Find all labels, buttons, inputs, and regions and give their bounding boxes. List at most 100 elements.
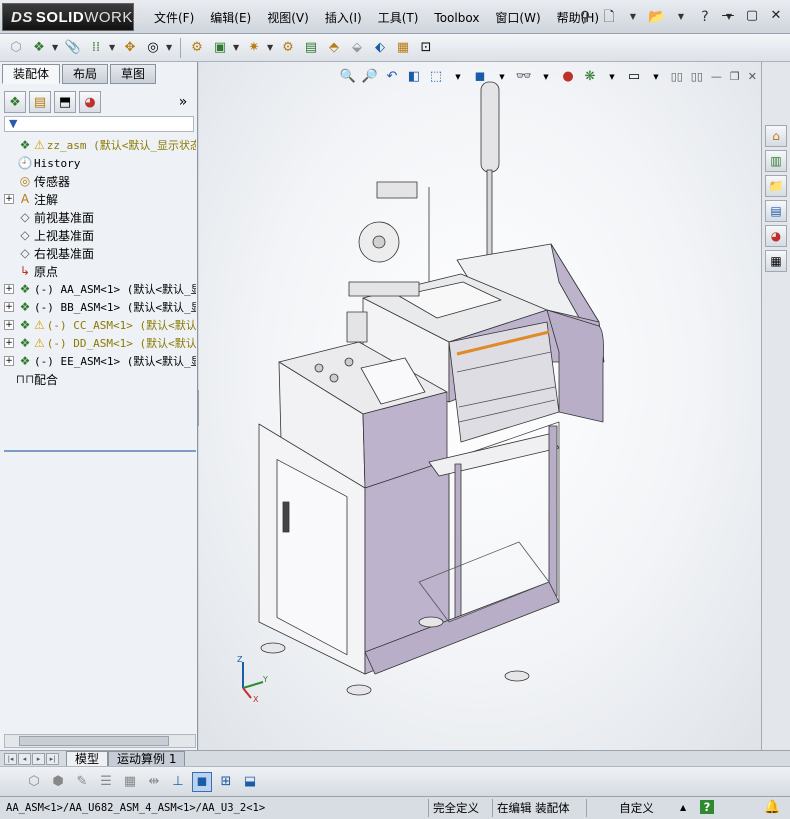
dimension-icon[interactable]: ⇹ <box>144 772 164 792</box>
view-palette-icon[interactable]: ▤ <box>765 200 787 222</box>
tree-item[interactable]: + A 注解 <box>4 190 196 208</box>
graphics-viewport[interactable]: 🔍 🔎 ↶ ◧ ⬚ ▼ ◼ ▼ 👓 ▼ ● ❋ ▼ ▭ ▼ ▯▯ ▯▯ — ❐ … <box>199 62 761 750</box>
machine-assembly-model[interactable] <box>199 62 761 750</box>
appearances-scenes-icon[interactable]: ◕ <box>765 225 787 247</box>
table-icon[interactable]: ⊞ <box>216 772 236 792</box>
tree-item[interactable]: ◇ 右视基准面 <box>4 244 196 262</box>
scrollbar-thumb[interactable] <box>19 736 169 746</box>
tab-prev-icon[interactable]: ◂ <box>18 752 31 765</box>
move-component-icon[interactable]: ✥ <box>120 38 140 58</box>
menu-insert[interactable]: 插入(I) <box>317 9 370 27</box>
expand-icon[interactable]: + <box>4 338 14 348</box>
menu-view[interactable]: 视图(V) <box>259 9 317 27</box>
more-panels-icon[interactable]: » <box>172 91 194 113</box>
tab-sketch[interactable]: 草图 <box>110 64 157 84</box>
menu-tools[interactable]: 工具(T) <box>370 9 427 27</box>
hide-show-icon[interactable]: ◎ <box>143 38 163 58</box>
dropdown-icon[interactable]: ▼ <box>267 43 275 52</box>
tree-item[interactable]: 🕘 History <box>4 154 196 172</box>
edit-component-icon[interactable]: ✎ <box>72 772 92 792</box>
suppress-icon[interactable]: ⬢ <box>48 772 68 792</box>
tab-model[interactable]: 模型 <box>66 750 109 767</box>
save-layout-icon[interactable]: ⬓ <box>240 772 260 792</box>
close-icon[interactable]: ✕ <box>768 8 784 24</box>
solidworks-resources-icon[interactable]: ⌂ <box>765 125 787 147</box>
feature-manager-icon[interactable]: ❖ <box>4 91 26 113</box>
tab-motion-study[interactable]: 运动算例 1 <box>108 750 186 767</box>
assembly-features-icon[interactable]: ⚙ <box>187 38 207 58</box>
bill-of-materials-icon[interactable]: ⚙ <box>278 38 298 58</box>
units-selector[interactable]: 自定义 <box>586 799 682 817</box>
menu-toolbox[interactable]: Toolbox <box>426 9 487 27</box>
tab-last-icon[interactable]: ▸| <box>46 752 59 765</box>
feature-filter[interactable]: ▼ <box>4 116 194 132</box>
tree-item[interactable]: + ❖ ⚠ (-) DD_ASM<1> (默认<默认 <box>4 334 196 352</box>
instant3d-icon[interactable]: ⊡ <box>416 38 436 58</box>
display-manager-icon[interactable]: ◕ <box>79 91 101 113</box>
design-library-icon[interactable]: ▥ <box>765 150 787 172</box>
minimize-icon[interactable]: — <box>720 8 736 24</box>
dropdown-icon[interactable]: ▼ <box>109 43 117 52</box>
clearance-verification-icon[interactable]: ⬖ <box>370 38 390 58</box>
dropdown-icon[interactable]: ▼ <box>166 43 174 52</box>
hole-alignment-icon[interactable]: ▦ <box>393 38 413 58</box>
filter-icon: ▼ <box>9 117 18 130</box>
list-view-icon[interactable]: ☰ <box>96 772 116 792</box>
expand-icon[interactable]: + <box>4 194 14 204</box>
file-explorer-icon[interactable]: 📁 <box>765 175 787 197</box>
dropdown-icon[interactable]: ▼ <box>52 43 60 52</box>
tab-assembly[interactable]: 装配体 <box>2 64 61 84</box>
tree-item[interactable]: ◇ 上视基准面 <box>4 226 196 244</box>
expand-icon[interactable]: + <box>4 302 14 312</box>
tree-item[interactable]: ◎ 传感器 <box>4 172 196 190</box>
units-dropdown-icon[interactable]: ▲ <box>680 799 686 817</box>
menu-edit[interactable]: 编辑(E) <box>202 9 259 27</box>
tree-item[interactable]: + ❖ (-) BB_ASM<1> (默认<默认_显 <box>4 298 196 316</box>
tab-next-icon[interactable]: ▸ <box>32 752 45 765</box>
configuration-manager-icon[interactable]: ⬒ <box>54 91 76 113</box>
help-icon[interactable]: ? <box>696 8 714 26</box>
mate-icon[interactable]: 📎 <box>63 38 83 58</box>
dropdown-icon[interactable]: ▼ <box>624 8 642 26</box>
insert-component-icon[interactable]: ⬡ <box>6 38 26 58</box>
rebuild-icon[interactable]: ⬡ <box>24 772 44 792</box>
property-manager-icon[interactable]: ▤ <box>29 91 51 113</box>
grid-view-icon[interactable]: ▦ <box>120 772 140 792</box>
status-bar: AA_ASM<1>/AA_U682_ASM_4_ASM<1>/AA_U3_2<1… <box>0 796 790 819</box>
menu-file[interactable]: 文件(F) <box>146 9 202 27</box>
new-part-icon[interactable]: ❖ <box>29 38 49 58</box>
tree-item[interactable]: ⊓⊓ 配合 <box>4 370 196 388</box>
tab-first-icon[interactable]: |◂ <box>4 752 17 765</box>
solidworks-logo[interactable]: DS SOLID WORKS <box>2 3 143 31</box>
axis-icon[interactable]: ⊥ <box>168 772 188 792</box>
expand-icon[interactable]: + <box>4 284 14 294</box>
panel-divider[interactable] <box>4 450 196 452</box>
new-motion-study-icon[interactable]: ✷ <box>244 38 264 58</box>
tree-item[interactable]: ↳ 原点 <box>4 262 196 280</box>
tree-horizontal-scrollbar[interactable] <box>4 734 196 748</box>
tab-layout[interactable]: 布局 <box>62 64 109 84</box>
tree-item[interactable]: + ❖ (-) AA_ASM<1> (默认<默认_显 <box>4 280 196 298</box>
explode-line-sketch-icon[interactable]: ⬘ <box>324 38 344 58</box>
expand-icon[interactable]: + <box>4 320 14 330</box>
maximize-icon[interactable]: ▢ <box>744 8 760 24</box>
tree-item[interactable]: + ❖ (-) EE_ASM<1> (默认<默认_显 <box>4 352 196 370</box>
notification-icon[interactable]: 🔔 <box>764 799 780 817</box>
tree-item[interactable]: + ❖ ⚠ (-) CC_ASM<1> (默认<默认 <box>4 316 196 334</box>
linear-pattern-icon[interactable]: ⁞⁞ <box>86 38 106 58</box>
tree-item[interactable]: ◇ 前视基准面 <box>4 208 196 226</box>
reference-geometry-icon[interactable]: ▣ <box>210 38 230 58</box>
help-status-icon[interactable]: ? <box>700 800 714 814</box>
dropdown-icon[interactable]: ▼ <box>233 43 241 52</box>
expand-icon[interactable]: + <box>4 356 14 366</box>
dropdown-icon[interactable]: ▼ <box>672 8 690 26</box>
pin-icon[interactable]: ⚲ <box>576 8 594 26</box>
new-document-icon[interactable]: 🗋 <box>600 8 618 26</box>
shaded-view-icon[interactable]: ◼ <box>192 771 212 792</box>
tree-item[interactable]: ❖ ⚠ zz_asm (默认<默认_显示状态 <box>4 136 196 154</box>
exploded-view-icon[interactable]: ▤ <box>301 38 321 58</box>
custom-properties-icon[interactable]: ▦ <box>765 250 787 272</box>
interference-detection-icon[interactable]: ⬙ <box>347 38 367 58</box>
open-folder-icon[interactable]: 📂 <box>648 8 666 26</box>
menu-window[interactable]: 窗口(W) <box>487 9 548 27</box>
